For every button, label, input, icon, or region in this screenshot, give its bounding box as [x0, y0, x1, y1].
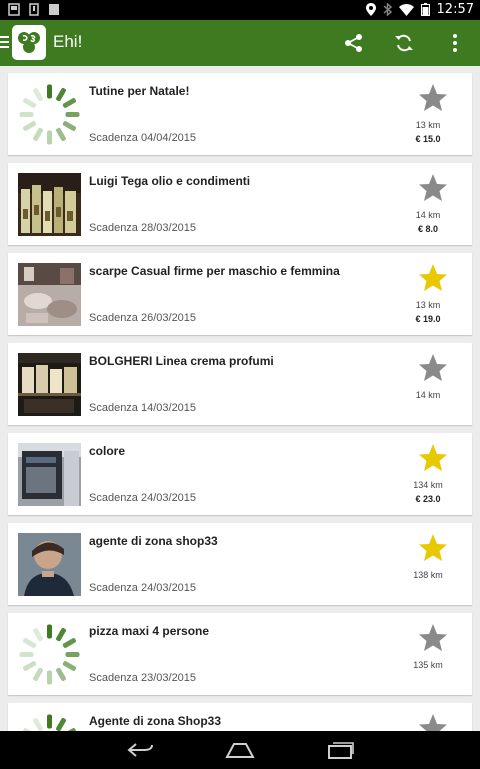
battery-icon [420, 3, 430, 16]
item-title: Tutine per Natale! [89, 84, 190, 98]
thumbnail [18, 263, 81, 326]
loading-spinner-icon [23, 714, 76, 731]
list-item[interactable]: colore Scadenza 24/03/2015 134 km € 23.0 [8, 433, 472, 515]
drawer-toggle[interactable] [0, 36, 9, 50]
recents-icon [328, 742, 354, 759]
item-price: € 15.0 [415, 134, 441, 144]
list-item[interactable]: agente di zona shop33 Scadenza 24/03/201… [8, 523, 472, 605]
item-distance: 135 km [413, 660, 443, 670]
item-title: colore [89, 444, 126, 458]
back-button[interactable] [125, 739, 155, 761]
item-price: € 8.0 [417, 224, 439, 234]
refresh-icon [395, 34, 413, 52]
refresh-button[interactable] [390, 29, 418, 57]
location-icon [365, 3, 376, 16]
clock: 12:57 [436, 2, 474, 17]
list-item[interactable]: pizza maxi 4 persone Scadenza 23/03/2015… [8, 613, 472, 695]
star-icon[interactable] [418, 353, 448, 383]
item-expiry: Scadenza 04/04/2015 [89, 132, 197, 144]
thumbnail [18, 353, 81, 416]
profile-photo [18, 533, 81, 596]
item-expiry: Scadenza 26/03/2015 [89, 312, 197, 324]
home-icon [225, 743, 255, 758]
offers-list[interactable]: Tutine per Natale! Scadenza 04/04/2015 1… [0, 66, 480, 731]
list-item[interactable]: Agente di zona Shop33 [8, 703, 472, 731]
item-title: Agente di zona Shop33 [89, 714, 222, 728]
home-button[interactable] [225, 739, 255, 761]
list-item[interactable]: scarpe Casual firme per maschio e femmin… [8, 253, 472, 335]
bluetooth-icon [383, 3, 392, 16]
thumbnail [18, 623, 81, 686]
item-title: BOLGHERI Linea crema profumi [89, 354, 274, 368]
download-icon [29, 3, 39, 16]
item-expiry: Scadenza 14/03/2015 [89, 402, 197, 414]
system-nav-bar [0, 731, 480, 769]
item-title: agente di zona shop33 [89, 534, 218, 548]
product-photo [18, 353, 81, 416]
loading-spinner-icon [19, 84, 80, 145]
share-icon [345, 34, 362, 52]
item-title: pizza maxi 4 persone [89, 624, 210, 638]
item-expiry: Scadenza 24/03/2015 [89, 492, 197, 504]
share-button[interactable] [340, 29, 368, 57]
item-title: Luigi Tega olio e condimenti [89, 174, 251, 188]
app-title: Ehi! [53, 32, 83, 51]
list-item[interactable]: BOLGHERI Linea crema profumi Scadenza 14… [8, 343, 472, 425]
list-item[interactable]: Luigi Tega olio e condimenti Scadenza 28… [8, 163, 472, 245]
item-price: € 23.0 [415, 494, 441, 504]
item-distance: 14 km [415, 390, 441, 400]
action-bar: Ehi! [0, 20, 480, 66]
product-photo [18, 443, 81, 506]
star-icon[interactable] [418, 443, 448, 473]
overflow-menu-button[interactable] [441, 29, 469, 57]
status-bar: 12:57 [0, 0, 480, 20]
item-distance: 138 km [413, 570, 443, 580]
product-photo [18, 263, 81, 326]
list-item[interactable]: Tutine per Natale! Scadenza 04/04/2015 1… [8, 73, 472, 155]
item-expiry: Scadenza 28/03/2015 [89, 222, 197, 234]
item-distance: 14 km [415, 210, 441, 220]
sd-card-icon [49, 4, 59, 15]
clover-logo-icon [18, 31, 40, 53]
recents-button[interactable] [326, 739, 356, 761]
item-title: scarpe Casual firme per maschio e femmin… [89, 264, 340, 278]
thumbnail [18, 443, 81, 506]
app-logo[interactable] [12, 25, 46, 60]
item-price: € 19.0 [415, 314, 441, 324]
item-distance: 134 km [413, 480, 443, 490]
star-icon[interactable] [418, 623, 448, 653]
wifi-icon [398, 3, 414, 16]
back-arrow-icon [127, 743, 153, 757]
item-expiry: Scadenza 23/03/2015 [89, 672, 197, 684]
thumbnail [18, 713, 81, 731]
star-icon[interactable] [418, 173, 448, 203]
loading-spinner-icon [19, 624, 80, 685]
star-icon[interactable] [418, 263, 448, 293]
thumbnail [18, 533, 81, 596]
item-distance: 13 km [415, 120, 441, 130]
item-expiry: Scadenza 24/03/2015 [89, 582, 197, 594]
product-photo [18, 173, 81, 236]
item-distance: 13 km [415, 300, 441, 310]
star-icon[interactable] [418, 83, 448, 113]
thumbnail [18, 83, 81, 146]
thumbnail [18, 173, 81, 236]
star-icon[interactable] [418, 533, 448, 563]
more-vert-icon [453, 34, 457, 52]
notification-icon [8, 3, 20, 16]
star-icon[interactable] [418, 713, 448, 731]
